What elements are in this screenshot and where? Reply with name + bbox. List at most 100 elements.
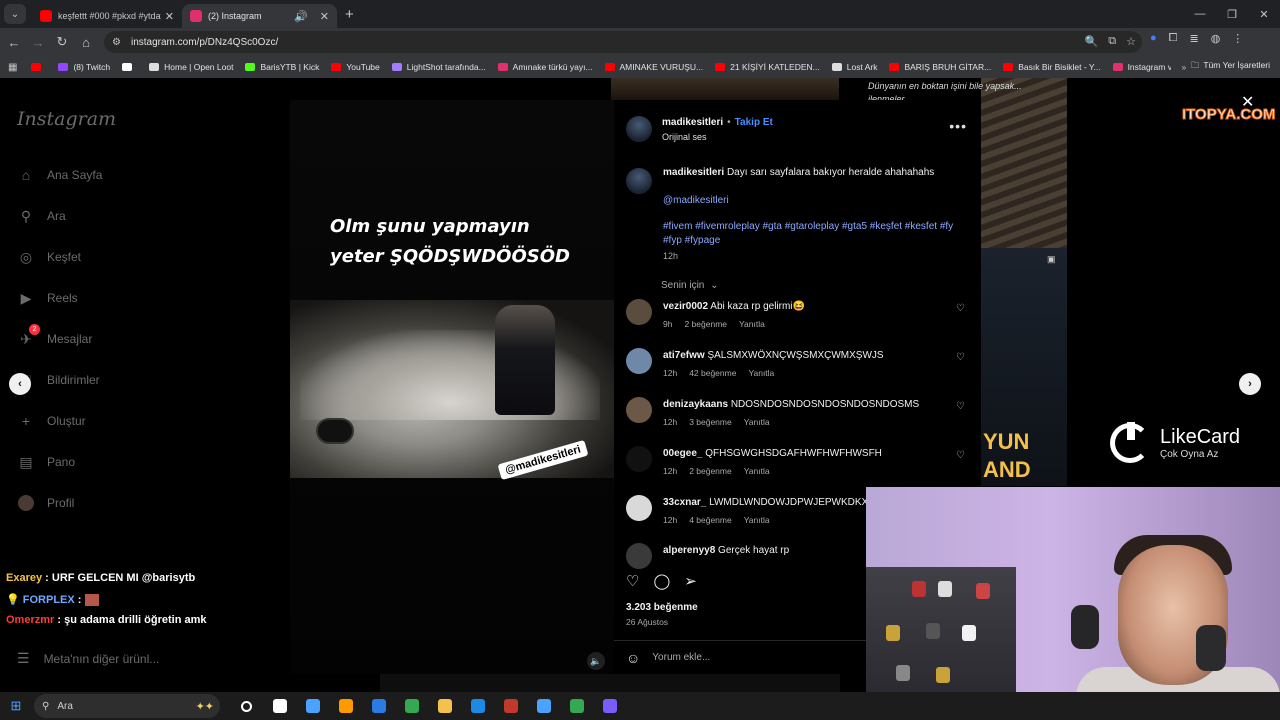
windows-start-icon[interactable]: ⊞ xyxy=(0,698,32,714)
author-username[interactable]: madikesitleri xyxy=(662,117,723,128)
new-tab-button[interactable]: + xyxy=(345,6,354,23)
author-avatar[interactable] xyxy=(626,168,652,194)
previous-post-button[interactable]: ‹ xyxy=(9,373,31,395)
comment-likes[interactable]: 2 beğenme xyxy=(684,319,727,329)
more-options-icon[interactable]: ••• xyxy=(949,118,967,134)
follow-button[interactable]: Takip Et xyxy=(735,117,773,128)
comment-bubble-icon[interactable]: ◯ xyxy=(653,572,670,590)
taskbar-app-icon[interactable] xyxy=(263,699,296,713)
comment-likes[interactable]: 3 beğenme xyxy=(689,417,732,427)
taskbar-app-icon[interactable] xyxy=(428,699,461,713)
sidebar-item-meta-more[interactable]: ☰ Meta'nın diğer ürünl... xyxy=(17,650,159,667)
speaker-icon[interactable]: 🔊 xyxy=(294,10,308,23)
bookmark-item[interactable]: Instagram videosu:... xyxy=(1112,62,1171,72)
taskbar-app-icon[interactable] xyxy=(362,699,395,713)
taskbar-app-icon[interactable] xyxy=(230,699,263,713)
tab-close-icon[interactable]: ✕ xyxy=(320,10,329,23)
sidebar-item-home[interactable]: ⌂ Ana Sayfa xyxy=(17,166,103,184)
commenter-avatar[interactable] xyxy=(626,446,652,472)
install-app-icon[interactable]: ⧉ xyxy=(1108,35,1116,48)
audio-label[interactable]: Orijinal ses xyxy=(662,132,773,142)
taskbar-app-icon[interactable] xyxy=(527,699,560,713)
restore-icon[interactable]: ❐ xyxy=(1216,0,1248,28)
taskbar-app-icon[interactable] xyxy=(560,699,593,713)
emoji-icon[interactable]: ☺ xyxy=(626,650,640,666)
media-icon[interactable]: ≣ xyxy=(1189,32,1198,45)
reply-button[interactable]: Yanıtla xyxy=(744,417,770,427)
bookmark-item[interactable]: LightShot tarafında... xyxy=(391,62,486,72)
taskbar-app-icon[interactable] xyxy=(296,699,329,713)
bookmark-item[interactable]: YouTube xyxy=(331,62,380,72)
sidebar-item-explore[interactable]: ◎ Keşfet xyxy=(17,248,81,266)
sidebar-item-dashboard[interactable]: ▤ Pano xyxy=(17,453,75,471)
reply-button[interactable]: Yanıtla xyxy=(748,368,774,378)
reply-button[interactable]: Yanıtla xyxy=(744,515,770,525)
commenter-username[interactable]: ati7efww xyxy=(663,350,705,361)
commenter-avatar[interactable] xyxy=(626,495,652,521)
taskbar-app-icon[interactable] xyxy=(461,699,494,713)
tab-instagram[interactable]: (2) Instagram 🔊 ✕ xyxy=(182,4,337,28)
sidebar-item-reels[interactable]: ▶ Reels xyxy=(17,289,78,307)
bookmark-item[interactable]: BarisYTB | Kick xyxy=(245,62,319,72)
commenter-avatar[interactable] xyxy=(626,299,652,325)
taskbar-app-icon[interactable] xyxy=(593,699,626,713)
comment-likes[interactable]: 4 beğenme xyxy=(689,515,732,525)
comment-sort-dropdown[interactable]: Senin için ⌄ xyxy=(661,280,719,291)
minimize-icon[interactable]: — xyxy=(1184,0,1216,28)
address-bar[interactable]: ⚙ instagram.com/p/DNz4QSc0Ozc/ 🔍 ⧉ ☆ xyxy=(104,31,1142,53)
commenter-username[interactable]: 00egee_ xyxy=(663,448,702,459)
commenter-avatar[interactable] xyxy=(626,348,652,374)
bookmark-item[interactable]: BARIŞ BRUH GİTAR... xyxy=(889,62,991,72)
caption-username[interactable]: madikesitleri xyxy=(663,167,724,178)
commenter-avatar[interactable] xyxy=(626,397,652,423)
bookmark-item[interactable]: 21 KİŞİYİ KATLEDEN... xyxy=(715,62,820,72)
more-bookmarks-icon[interactable]: » xyxy=(1181,62,1186,72)
mute-toggle-icon[interactable]: 🔈 xyxy=(587,652,605,670)
bookmark-item[interactable]: Lost Ark xyxy=(831,62,877,72)
reel-video[interactable]: Olm şunu yapmayın yeter ŞQÖDŞWDÖÖSÖD @ma… xyxy=(290,100,614,674)
comment-likes[interactable]: 2 beğenme xyxy=(689,466,732,476)
sidebar-item-search[interactable]: ⚲ Ara xyxy=(17,207,66,225)
bookmark-star-icon[interactable]: ☆ xyxy=(1126,35,1136,48)
forward-icon[interactable]: → xyxy=(26,35,50,50)
profile-icon[interactable]: ◍ xyxy=(1211,32,1221,45)
comment-like-icon[interactable]: ♡ xyxy=(956,450,965,461)
zoom-icon[interactable]: 🔍 xyxy=(1085,35,1099,48)
all-bookmarks-folder[interactable]: 🗀 Tüm Yer İşaretleri xyxy=(1191,60,1270,74)
sidebar-item-create[interactable]: + Oluştur xyxy=(17,412,86,430)
sidebar-item-profile[interactable]: Profil xyxy=(17,494,74,512)
site-info-icon[interactable]: ⚙ xyxy=(112,37,121,48)
back-icon[interactable]: ← xyxy=(2,35,26,50)
close-window-icon[interactable]: ✕ xyxy=(1248,0,1280,28)
bookmark-item[interactable]: AMINAKE VURUŞU... xyxy=(604,62,703,72)
commenter-avatar[interactable] xyxy=(626,543,652,569)
instagram-logo[interactable]: Instagram xyxy=(17,108,116,130)
author-avatar[interactable] xyxy=(626,116,652,142)
comment-like-icon[interactable]: ♡ xyxy=(956,352,965,363)
comment-like-icon[interactable]: ♡ xyxy=(956,303,965,314)
apps-grid-icon[interactable]: ▦ xyxy=(8,62,17,73)
bookmark-item[interactable]: Home | Open Loot xyxy=(149,62,233,72)
reload-icon[interactable]: ↻ xyxy=(50,34,74,50)
home-icon[interactable]: ⌂ xyxy=(74,35,98,50)
next-post-button[interactable]: › xyxy=(1239,373,1261,395)
share-icon[interactable]: ➢ xyxy=(684,572,697,590)
bookmark-item[interactable] xyxy=(31,63,46,71)
bookmark-item[interactable]: Basık Bir Bisiklet - Y... xyxy=(1003,62,1101,72)
comment-likes[interactable]: 42 beğenme xyxy=(689,368,736,378)
caption-hashtags[interactable]: #fivem #fivemroleplay #gta #gtaroleplay … xyxy=(663,220,973,248)
menu-kebab-icon[interactable]: ⋮ xyxy=(1232,32,1243,45)
taskbar-app-icon[interactable] xyxy=(494,699,527,713)
bookmark-item[interactable]: (8) Twitch xyxy=(58,62,110,72)
like-heart-icon[interactable]: ♡ xyxy=(626,572,639,590)
commenter-username[interactable]: vezir0002 xyxy=(663,301,708,312)
tab-search-button[interactable]: ⌄ xyxy=(4,4,26,24)
sidebar-item-messages[interactable]: ✈ 2 Mesajlar xyxy=(17,324,92,348)
commenter-username[interactable]: alperenyy8 xyxy=(663,545,715,556)
taskbar-search[interactable]: ⚲ Ara ✦✦ xyxy=(34,694,220,718)
taskbar-app-icon[interactable] xyxy=(395,699,428,713)
comment-like-icon[interactable]: ♡ xyxy=(956,401,965,412)
bookmark-item[interactable] xyxy=(122,63,137,71)
bookmark-item[interactable]: Amınake türkü yayı... xyxy=(497,62,593,72)
reply-button[interactable]: Yanıtla xyxy=(744,466,770,476)
